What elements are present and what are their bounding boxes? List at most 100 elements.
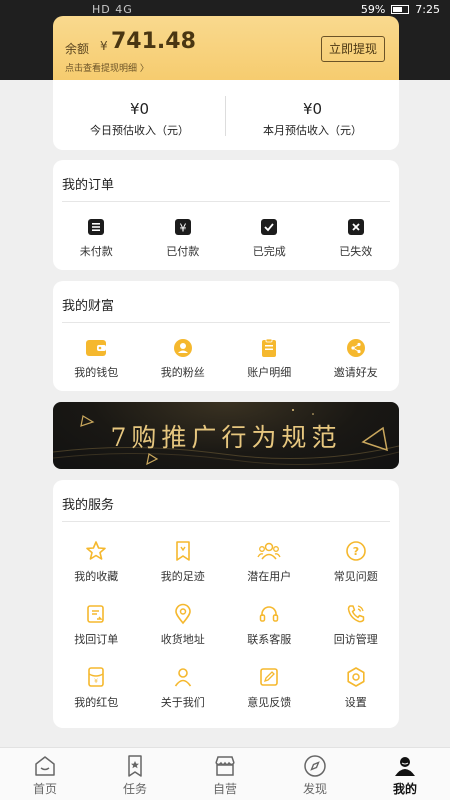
order-expired-label: 已失效 xyxy=(339,245,373,258)
month-income: ¥0 本月预估收入（元） xyxy=(226,80,399,150)
clipboard-icon xyxy=(88,219,105,235)
tab-profile[interactable]: 我的 xyxy=(360,748,450,800)
headset-icon xyxy=(260,606,279,622)
tab-home-label: 首页 xyxy=(32,782,57,796)
ledger-item[interactable]: 账户明细 xyxy=(226,338,313,380)
tab-home[interactable]: 首页 xyxy=(0,748,90,800)
month-income-value: ¥0 xyxy=(302,100,323,118)
tab-discover-label: 发现 xyxy=(302,782,327,796)
tab-store[interactable]: 自营 xyxy=(180,748,270,800)
invite-item[interactable]: 邀请好友 xyxy=(313,338,400,380)
balance-currency: ¥ xyxy=(100,39,108,53)
yen-icon: ¥ xyxy=(174,219,191,235)
order-completed[interactable]: 已完成 xyxy=(226,217,313,259)
orders-card: 我的订单 未付款 ¥ 已付款 已完成 已失效 xyxy=(53,160,399,270)
tab-profile-label: 我的 xyxy=(392,782,417,796)
settings-label: 设置 xyxy=(344,696,367,709)
ledger-label: 账户明细 xyxy=(247,366,292,379)
withdraw-button[interactable]: 立即提现 xyxy=(321,36,385,62)
footprint-item[interactable]: 我的足迹 xyxy=(140,540,227,584)
callback-label: 回访管理 xyxy=(333,633,378,646)
retrieve-order-icon xyxy=(87,605,105,623)
footprint-label: 我的足迹 xyxy=(160,570,205,583)
about-us-item[interactable]: 关于我们 xyxy=(140,666,227,710)
tab-store-label: 自营 xyxy=(212,782,237,796)
x-icon xyxy=(347,219,364,235)
tab-discover[interactable]: 发现 xyxy=(270,748,360,800)
tab-task[interactable]: 任务 xyxy=(90,748,180,800)
clock: 7:25 xyxy=(415,3,440,16)
favorites-label: 我的收藏 xyxy=(74,570,119,583)
star-icon xyxy=(86,541,107,560)
divider xyxy=(62,201,390,202)
orders-title: 我的订单 xyxy=(62,178,115,193)
tab-task-label: 任务 xyxy=(122,782,147,796)
faq-label: 常见问题 xyxy=(333,570,378,583)
withdraw-detail-link[interactable]: 点击查看提现明细 〉 xyxy=(65,61,149,74)
customer-service-label: 联系客服 xyxy=(247,633,292,646)
question-icon: ? xyxy=(345,541,366,561)
callback-item[interactable]: 回访管理 xyxy=(313,603,400,647)
edit-icon xyxy=(260,668,279,686)
compass-icon xyxy=(304,755,326,777)
svg-text:?: ? xyxy=(353,545,359,558)
red-packet-item[interactable]: ¥ 我的红包 xyxy=(53,666,140,710)
order-paid[interactable]: ¥ 已付款 xyxy=(140,217,227,259)
divider xyxy=(62,521,390,522)
divider xyxy=(62,322,390,323)
potential-users-item[interactable]: 潜在用户 xyxy=(226,540,313,584)
person-icon xyxy=(174,668,191,687)
balance-label: 余额 xyxy=(65,42,90,56)
share-icon xyxy=(346,339,365,357)
feedback-item[interactable]: 意见反馈 xyxy=(226,666,313,710)
promo-banner[interactable]: 7购推广行为规范 xyxy=(53,402,399,469)
home-icon xyxy=(35,756,55,776)
svg-text:¥: ¥ xyxy=(94,678,98,685)
order-paid-label: 已付款 xyxy=(166,245,200,258)
balance-card: 余额 ¥ 741.48 点击查看提现明细 〉 立即提现 xyxy=(53,16,399,80)
services-title: 我的服务 xyxy=(62,498,115,513)
wallet-icon xyxy=(86,340,107,356)
fans-label: 我的粉丝 xyxy=(160,366,205,379)
red-packet-icon: ¥ xyxy=(88,667,105,687)
address-item[interactable]: 收货地址 xyxy=(140,603,227,647)
task-icon xyxy=(128,755,142,777)
users-icon xyxy=(257,542,281,560)
invite-label: 邀请好友 xyxy=(333,366,378,379)
bottom-tab-bar: 首页 任务 自营 发现 我的 xyxy=(0,747,450,800)
order-completed-label: 已完成 xyxy=(252,245,286,258)
settings-item[interactable]: 设置 xyxy=(313,666,400,710)
customer-service-item[interactable]: 联系客服 xyxy=(226,603,313,647)
check-icon xyxy=(261,219,278,235)
today-income-value: ¥0 xyxy=(129,100,150,118)
potential-users-label: 潜在用户 xyxy=(247,570,292,583)
wallet-item[interactable]: 我的钱包 xyxy=(53,338,140,380)
wealth-title: 我的财富 xyxy=(62,299,115,314)
wealth-card: 我的财富 我的钱包 我的粉丝 账户明细 邀请好友 xyxy=(53,281,399,391)
fans-icon xyxy=(173,339,192,357)
address-label: 收货地址 xyxy=(160,633,205,646)
ledger-icon xyxy=(262,338,277,357)
today-income: ¥0 今日预估收入（元） xyxy=(53,80,226,150)
order-expired[interactable]: 已失效 xyxy=(313,217,400,259)
battery-percent: 59% xyxy=(360,3,386,16)
order-unpaid-label: 未付款 xyxy=(79,245,113,258)
red-packet-label: 我的红包 xyxy=(74,696,119,709)
retrieve-order-item[interactable]: 找回订单 xyxy=(53,603,140,647)
faq-item[interactable]: ? 常见问题 xyxy=(313,540,400,584)
order-unpaid[interactable]: 未付款 xyxy=(53,217,140,259)
svg-text:¥: ¥ xyxy=(179,222,186,235)
favorites-item[interactable]: 我的收藏 xyxy=(53,540,140,584)
about-us-label: 关于我们 xyxy=(160,696,205,709)
services-card: 我的服务 我的收藏 我的足迹 潜在用户 ? 常见问题 找回订单 收货地址 联系客… xyxy=(53,480,399,728)
footprint-icon xyxy=(175,541,190,561)
battery-icon xyxy=(391,5,410,14)
retrieve-order-label: 找回订单 xyxy=(74,633,119,646)
phone-icon xyxy=(347,605,364,623)
month-income-label: 本月预估收入（元） xyxy=(263,124,362,137)
today-income-label: 今日预估收入（元） xyxy=(90,124,189,137)
settings-icon xyxy=(347,667,365,687)
wallet-label: 我的钱包 xyxy=(74,366,119,379)
income-card: ¥0 今日预估收入（元） ¥0 本月预估收入（元） xyxy=(53,80,399,150)
fans-item[interactable]: 我的粉丝 xyxy=(140,338,227,380)
